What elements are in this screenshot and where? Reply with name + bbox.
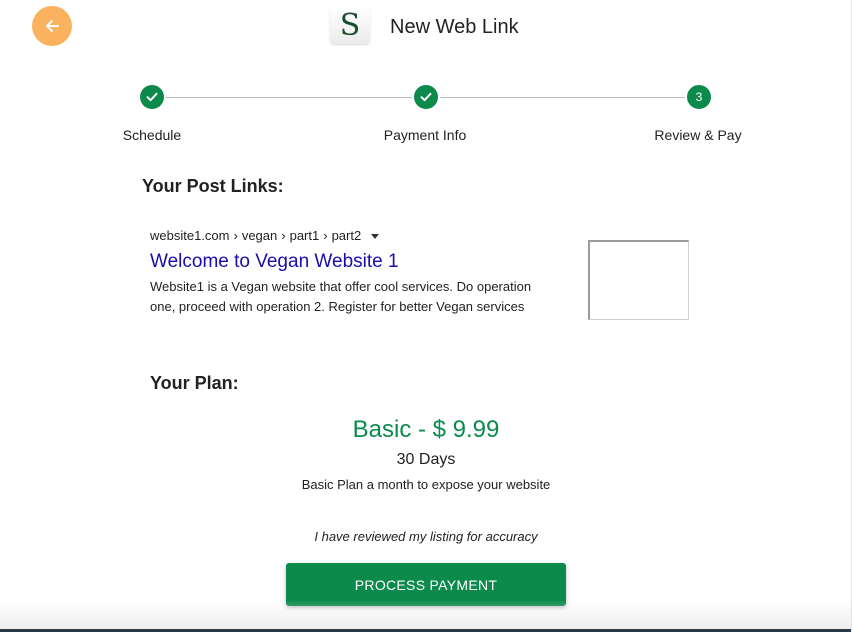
step-payment-check [414,85,438,109]
app-logo: S [330,6,370,44]
caret-down-icon[interactable] [371,233,380,239]
plan-description: Basic Plan a month to expose your websit… [301,477,551,492]
breadcrumb-separator: › [323,228,328,243]
review-note: I have reviewed my listing for accuracy [314,529,538,544]
breadcrumb-item: vegan [241,228,278,243]
check-icon [146,92,158,102]
link-thumbnail [588,240,689,320]
back-button[interactable] [32,6,72,46]
post-links-heading: Your Post Links: [142,176,284,196]
breadcrumb-item: part1 [289,228,320,243]
link-title[interactable]: Welcome to Vegan Website 1 [150,251,399,273]
process-payment-button[interactable]: PROCESS PAYMENT [286,563,566,606]
breadcrumb-separator: › [281,228,286,243]
check-icon [420,92,432,102]
logo-letter: S [339,7,361,43]
breadcrumb-item: part2 [331,228,362,243]
step-review-number: 3 [687,85,711,109]
plan-heading: Your Plan: [150,373,239,393]
step-label-review-pay: Review & Pay [654,127,742,143]
breadcrumb-separator: › [233,228,238,243]
app-window: S New Web Link 3 Schedule Payment Info R… [0,0,852,632]
stepper-connector [440,97,685,98]
step-schedule-check [140,85,164,109]
plan-name-price: Basic - $ 9.99 [352,416,500,443]
step-label-schedule: Schedule [122,127,182,143]
breadcrumb-item: website1.com [150,228,230,243]
link-description: Website1 is a Vegan website that offer c… [150,279,532,314]
link-breadcrumb: website1.com › vegan › part1 › part2 [150,228,380,243]
stepper-connector [166,97,412,98]
plan-duration: 30 Days [396,451,456,468]
step-label-payment-info: Payment Info [383,127,467,143]
page-title: New Web Link [390,16,519,38]
arrow-left-icon [46,20,59,32]
